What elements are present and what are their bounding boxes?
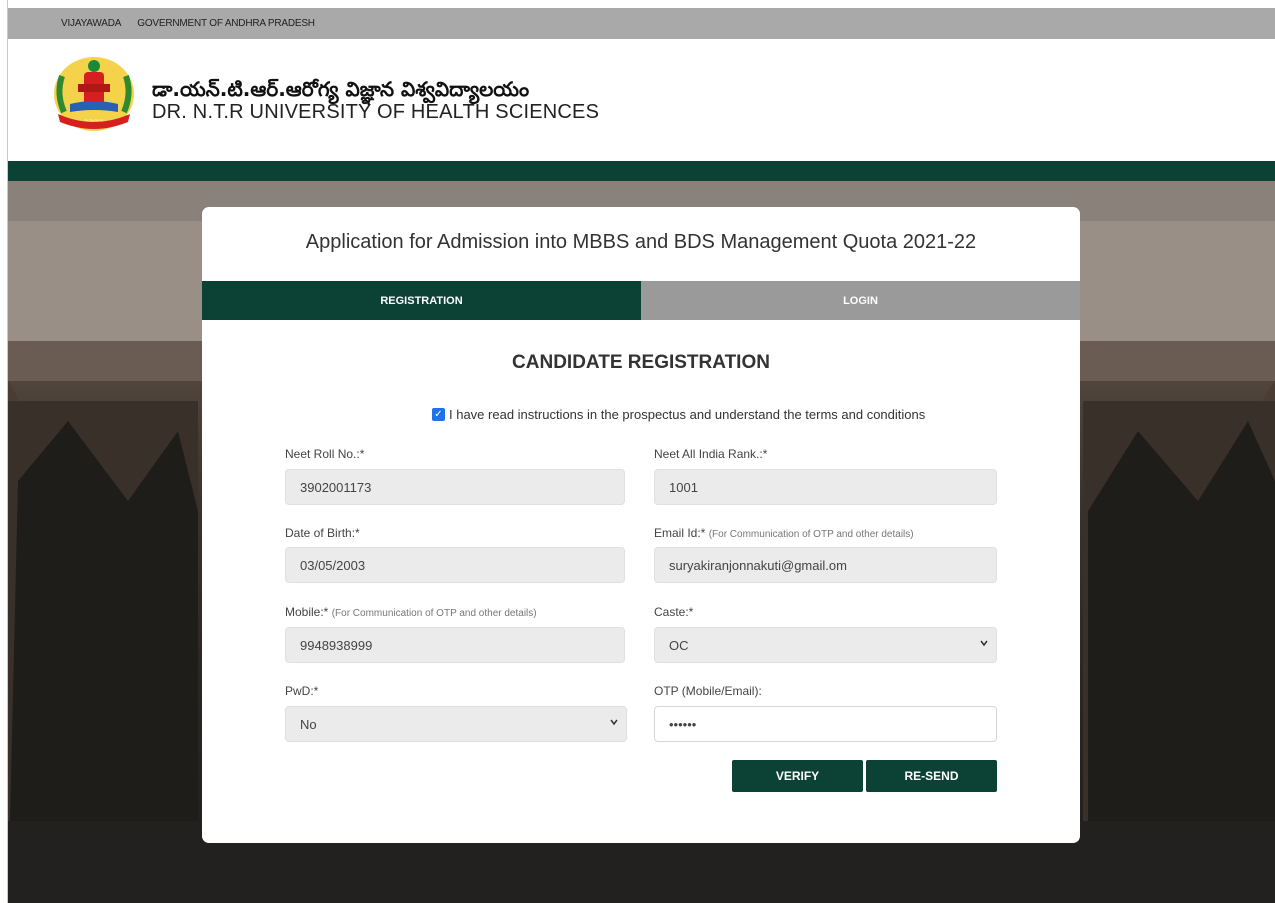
neet-rank-field[interactable]: 1001 (654, 469, 997, 505)
otp-input[interactable]: •••••• (654, 706, 997, 742)
otp-value: •••••• (669, 716, 697, 732)
topbar-city: VIJAYAWADA (61, 18, 122, 29)
verify-button[interactable]: VERIFY (732, 760, 863, 792)
terms-row: ✓ I have read instructions in the prospe… (432, 407, 925, 422)
email-label: Email Id:* (For Communication of OTP and… (654, 526, 914, 540)
neet-roll-value: 3902001173 (300, 479, 372, 495)
pwd-select[interactable]: No (285, 706, 627, 742)
top-bar: VIJAYAWADA GOVERNMENT OF ANDHRA PRADESH (8, 8, 1275, 39)
pwd-label: PwD:* (285, 684, 319, 698)
terms-label: I have read instructions in the prospect… (449, 407, 926, 422)
tab-registration[interactable]: REGISTRATION (202, 281, 641, 320)
email-value: suryakiranjonnakuti@gmail.om (669, 557, 847, 573)
email-label-text: Email Id:* (654, 526, 706, 540)
caste-label: Caste:* (654, 605, 694, 619)
mobile-label: Mobile:* (For Communication of OTP and o… (285, 605, 537, 619)
neet-roll-field[interactable]: 3902001173 (285, 469, 625, 505)
caste-value: OC (669, 637, 689, 653)
email-hint: (For Communication of OTP and other deta… (708, 529, 914, 540)
site-header: ~~~~ డా.యన్.టి.ఆర్.ఆరోగ్య విజ్ఞాన విశ్వవ… (8, 39, 1275, 161)
pwd-value: No (300, 716, 317, 732)
neet-rank-label: Neet All India Rank.:* (654, 447, 768, 461)
dob-field[interactable]: 03/05/2003 (285, 547, 625, 583)
neet-rank-value: 1001 (669, 479, 698, 495)
mobile-field[interactable]: 9948938999 (285, 627, 625, 663)
dob-value: 03/05/2003 (300, 557, 366, 573)
chevron-down-icon (610, 719, 618, 726)
email-field[interactable]: suryakiranjonnakuti@gmail.om (654, 547, 997, 583)
mobile-value: 9948938999 (300, 637, 373, 653)
svg-text:~~~~: ~~~~ (84, 117, 104, 124)
page-title: Application for Admission into MBBS and … (305, 231, 977, 253)
chevron-down-icon (980, 640, 988, 647)
section-title: CANDIDATE REGISTRATION (512, 352, 770, 373)
otp-label: OTP (Mobile/Email): (654, 684, 762, 698)
university-name-english: DR. N.T.R UNIVERSITY OF HEALTH SCIENCES (152, 101, 600, 123)
resend-button[interactable]: RE-SEND (866, 760, 997, 792)
dob-label: Date of Birth:* (285, 526, 360, 540)
neet-roll-label: Neet Roll No.:* (285, 447, 365, 461)
topbar-government: GOVERNMENT OF ANDHRA PRADESH (137, 18, 315, 29)
mobile-label-text: Mobile:* (285, 605, 329, 619)
caste-select[interactable]: OC (654, 627, 997, 663)
registration-card: Application for Admission into MBBS and … (202, 207, 1080, 843)
terms-checkbox[interactable]: ✓ (432, 408, 445, 421)
university-logo: ~~~~ (54, 57, 134, 131)
header-divider (8, 161, 1275, 181)
auth-tabs: REGISTRATION LOGIN (202, 281, 1080, 320)
tab-login[interactable]: LOGIN (641, 281, 1080, 320)
window-edge (0, 0, 8, 903)
mobile-hint: (For Communication of OTP and other deta… (331, 608, 537, 619)
